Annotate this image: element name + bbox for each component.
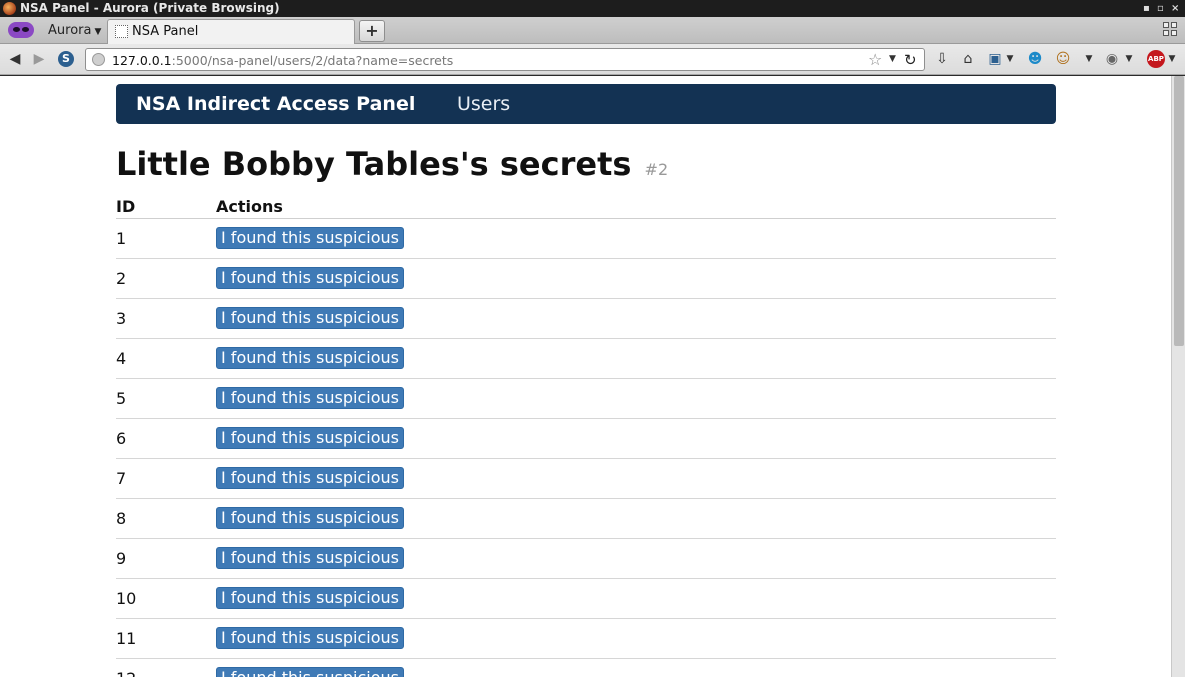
row-actions: I found this suspicious bbox=[216, 258, 1056, 299]
page-favicon-icon bbox=[115, 25, 128, 38]
new-tab-button[interactable]: + bbox=[359, 20, 385, 42]
s-addon-icon[interactable]: S bbox=[58, 51, 74, 67]
url-bar[interactable]: 127.0.0.1:5000/nsa-panel/users/2/data?na… bbox=[85, 48, 925, 71]
row-actions: I found this suspicious bbox=[216, 298, 1056, 339]
page-title-text: Little Bobby Tables's secrets bbox=[116, 145, 632, 183]
app-menu-label: Aurora bbox=[48, 23, 92, 38]
table-row: 2I found this suspicious bbox=[116, 258, 1056, 299]
vertical-scrollbar[interactable] bbox=[1171, 76, 1185, 677]
report-suspicious-button[interactable]: I found this suspicious bbox=[216, 467, 404, 489]
back-icon[interactable]: ◀ bbox=[6, 50, 24, 68]
maximize-icon[interactable]: ▫ bbox=[1157, 0, 1164, 17]
report-suspicious-button[interactable]: I found this suspicious bbox=[216, 307, 404, 329]
navigation-toolbar: ◀ ▶ S 127.0.0.1:5000/nsa-panel/users/2/d… bbox=[0, 44, 1185, 75]
row-id: 4 bbox=[116, 338, 216, 379]
table-row: 8I found this suspicious bbox=[116, 498, 1056, 539]
app-menu-button[interactable]: Aurora ▼ bbox=[48, 23, 101, 38]
table-row: 6I found this suspicious bbox=[116, 418, 1056, 459]
tab-groups-icon[interactable] bbox=[1163, 22, 1178, 37]
page-viewport: NSA Indirect Access Panel Users Little B… bbox=[0, 76, 1171, 677]
nav-link-users[interactable]: Users bbox=[457, 93, 510, 115]
panel-navbar: NSA Indirect Access Panel Users bbox=[116, 84, 1056, 124]
chevron-down-icon[interactable]: ▼ bbox=[1083, 50, 1095, 68]
forward-icon[interactable]: ▶ bbox=[30, 50, 48, 68]
row-id: 3 bbox=[116, 298, 216, 339]
table-row: 12I found this suspicious bbox=[116, 658, 1056, 677]
report-suspicious-button[interactable]: I found this suspicious bbox=[216, 427, 404, 449]
row-id: 7 bbox=[116, 458, 216, 499]
chevron-down-icon[interactable]: ▼ bbox=[1166, 50, 1178, 68]
report-suspicious-button[interactable]: I found this suspicious bbox=[216, 667, 404, 677]
tab-nsa-panel[interactable]: NSA Panel bbox=[107, 19, 355, 44]
private-browsing-mask-icon bbox=[8, 22, 34, 38]
row-actions: I found this suspicious bbox=[216, 418, 1056, 459]
emoji-icon[interactable]: ☺ bbox=[1054, 50, 1072, 68]
column-header-id: ID bbox=[116, 196, 216, 219]
row-id: 5 bbox=[116, 378, 216, 419]
table-header-row: ID Actions bbox=[116, 196, 1056, 219]
aurora-app-icon bbox=[3, 2, 16, 15]
row-id: 12 bbox=[116, 658, 216, 677]
table-row: 4I found this suspicious bbox=[116, 338, 1056, 379]
row-id: 9 bbox=[116, 538, 216, 579]
chat-icon[interactable]: ☻ bbox=[1026, 50, 1044, 68]
row-id: 8 bbox=[116, 498, 216, 539]
report-suspicious-button[interactable]: I found this suspicious bbox=[216, 347, 404, 369]
user-id-label: #2 bbox=[644, 160, 669, 179]
row-id: 6 bbox=[116, 418, 216, 459]
row-actions: I found this suspicious bbox=[216, 658, 1056, 677]
row-actions: I found this suspicious bbox=[216, 498, 1056, 539]
report-suspicious-button[interactable]: I found this suspicious bbox=[216, 587, 404, 609]
brand-link[interactable]: NSA Indirect Access Panel bbox=[136, 93, 415, 115]
row-actions: I found this suspicious bbox=[216, 538, 1056, 579]
chevron-down-icon[interactable]: ▼ bbox=[1123, 50, 1135, 68]
table-row: 9I found this suspicious bbox=[116, 538, 1056, 579]
downloads-icon[interactable]: ⇩ bbox=[933, 50, 951, 68]
adblock-icon[interactable]: ABP bbox=[1147, 50, 1165, 68]
row-actions: I found this suspicious bbox=[216, 578, 1056, 619]
close-icon[interactable]: × bbox=[1171, 0, 1179, 17]
report-suspicious-button[interactable]: I found this suspicious bbox=[216, 267, 404, 289]
page-title: Little Bobby Tables's secrets #2 bbox=[116, 145, 668, 183]
chevron-down-icon[interactable]: ▼ bbox=[1004, 50, 1016, 68]
url-history-dropdown-icon[interactable]: ▼ bbox=[889, 54, 896, 64]
table-row: 3I found this suspicious bbox=[116, 298, 1056, 339]
secrets-table: ID Actions 1I found this suspicious 2 I fo… bbox=[116, 196, 1056, 677]
table-row: 11 I found this suspicious bbox=[116, 618, 1056, 659]
row-actions: I found this suspicious bbox=[216, 218, 1056, 259]
table-row: 5I found this suspicious bbox=[116, 378, 1056, 419]
chevron-down-icon: ▼ bbox=[94, 27, 102, 37]
tab-label: NSA Panel bbox=[132, 24, 199, 39]
tab-bar: Aurora ▼ NSA Panel + bbox=[0, 17, 1185, 44]
report-suspicious-button[interactable]: I found this suspicious bbox=[216, 227, 404, 249]
url-text[interactable]: 127.0.0.1:5000/nsa-panel/users/2/data?na… bbox=[112, 53, 453, 68]
report-suspicious-button[interactable]: I found this suspicious bbox=[216, 507, 404, 529]
table-row: 1I found this suspicious bbox=[116, 218, 1056, 259]
row-id: 2 bbox=[116, 258, 216, 299]
reload-icon[interactable]: ↻ bbox=[904, 51, 917, 69]
row-id: 11 bbox=[116, 618, 216, 659]
minimize-icon[interactable]: ▪ bbox=[1143, 0, 1150, 17]
row-actions: I found this suspicious bbox=[216, 338, 1056, 379]
table-row: 10 I found this suspicious bbox=[116, 578, 1056, 619]
home-icon[interactable]: ⌂ bbox=[959, 50, 977, 68]
bookmark-star-icon[interactable]: ☆ bbox=[868, 50, 882, 69]
scrollbar-thumb[interactable] bbox=[1174, 76, 1184, 346]
page-container: NSA Indirect Access Panel Users Little B… bbox=[116, 84, 1056, 677]
report-suspicious-button[interactable]: I found this suspicious bbox=[216, 387, 404, 409]
globe-icon bbox=[92, 53, 105, 66]
window-title: NSA Panel - Aurora (Private Browsing) bbox=[20, 1, 280, 15]
row-id: 10 bbox=[116, 578, 216, 619]
row-actions: I found this suspicious bbox=[216, 618, 1056, 659]
report-suspicious-button[interactable]: I found this suspicious bbox=[216, 627, 404, 649]
bookmarks-icon[interactable]: ▣ bbox=[986, 50, 1004, 68]
persona-icon[interactable]: ◉ bbox=[1103, 50, 1121, 68]
row-actions: I found this suspicious bbox=[216, 378, 1056, 419]
row-actions: I found this suspicious bbox=[216, 458, 1056, 499]
column-header-actions: Actions bbox=[216, 196, 1056, 219]
window-titlebar: NSA Panel - Aurora (Private Browsing) ▪ … bbox=[0, 0, 1185, 17]
row-id: 1 bbox=[116, 218, 216, 259]
report-suspicious-button[interactable]: I found this suspicious bbox=[216, 547, 404, 569]
table-row: 7I found this suspicious bbox=[116, 458, 1056, 499]
